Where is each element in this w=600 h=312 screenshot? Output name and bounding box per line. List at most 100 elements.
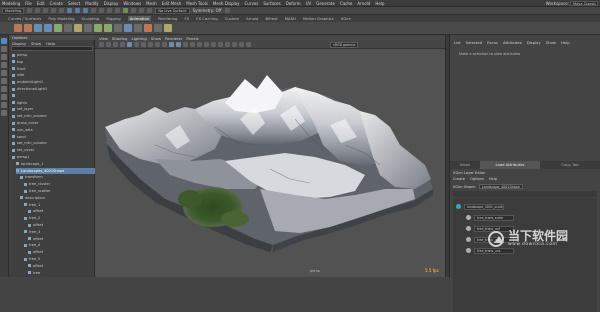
snap-grid-icon[interactable] [91,8,97,13]
outliner-item[interactable]: persp [12,52,92,58]
outliner-menu-item-0[interactable]: Display [12,41,26,46]
exposure-icon[interactable] [239,42,244,47]
grid-icon[interactable] [127,42,132,47]
outliner-item[interactable]: front [12,66,92,72]
outliner-item[interactable]: offset [28,222,95,228]
single-perspective-layout-icon[interactable] [1,94,7,100]
ik-handle-icon[interactable] [124,24,132,32]
3d-viewport[interactable]: persp 5.5 fps [95,49,445,277]
outliner-item[interactable]: tree_3 [24,229,95,235]
menu-item-19[interactable]: Help [375,1,384,6]
outliner-search-input[interactable] [11,46,93,51]
menu-item-10[interactable]: Mesh Tools [186,1,208,6]
shelf-tab-8[interactable]: Custom [225,16,240,21]
outliner-item[interactable]: offset [28,249,95,255]
save-scene-icon[interactable] [43,8,49,13]
outliner-item[interactable]: set_mtn_volume [12,140,92,146]
smooth-shade-icon[interactable] [176,42,181,47]
outliner-item[interactable]: grass_cover [12,120,92,126]
redo-icon[interactable] [59,8,65,13]
menu-item-2[interactable]: Edit [37,1,45,6]
cluster-icon[interactable] [164,24,172,32]
motion-blur-icon[interactable] [211,42,216,47]
lattice-icon[interactable] [154,24,162,32]
outliner-item[interactable]: side [12,72,92,78]
menu-item-3[interactable]: Create [50,1,63,6]
outliner-menu-item-1[interactable]: Show [31,41,41,46]
snap-surface-icon[interactable] [115,8,121,13]
new-scene-icon[interactable] [27,8,33,13]
ipr-render-icon[interactable] [139,8,145,13]
render-frame-icon[interactable] [131,8,137,13]
rotate-tool-icon[interactable] [1,70,7,76]
outliner-item[interactable]: set_mtn_volume [12,113,92,119]
shelf-tab-5[interactable]: Rendering [158,16,177,21]
outliner-item[interactable]: tree_2 [24,215,95,221]
image-plane-icon[interactable] [120,42,125,47]
shadows-icon[interactable] [197,42,202,47]
outliner-item[interactable]: offset [28,236,95,242]
menu-item-5[interactable]: Modify [85,1,98,6]
xgen-row-label[interactable]: tree_trans_scale [474,214,514,221]
attr-tab-2[interactable]: Copy Tab [540,161,600,169]
construction-history-icon[interactable] [123,8,129,13]
outliner-layout-icon[interactable] [1,110,7,116]
resolution-gate-icon[interactable] [141,42,146,47]
shelf-tab-13[interactable]: XGen [341,16,351,21]
set-key-icon[interactable] [14,24,22,32]
outliner-item[interactable]: set_cover [12,147,92,153]
visibility-toggle-icon[interactable] [466,226,471,231]
menu-item-12[interactable]: Curves [244,1,258,6]
attr-menu-item-3[interactable]: Attributes [503,40,522,45]
outliner-item[interactable]: offset [28,208,95,214]
symmetry-label[interactable]: Symmetry: Off [193,8,222,13]
attr-tab-0[interactable]: Inbox [450,161,480,169]
playblast-icon[interactable] [84,24,92,32]
xgen-row-label[interactable]: landscape_4001_scale [464,203,504,210]
outliner-item[interactable]: description [20,195,95,201]
shelf-tab-6[interactable]: FX [184,16,189,21]
menu-item-15[interactable]: UV [306,1,312,6]
film-gate-icon[interactable] [134,42,139,47]
isolate-select-icon[interactable] [225,42,230,47]
workspace-dropdown[interactable]: Maya Classic [570,1,598,6]
constraint-icon[interactable] [94,24,102,32]
viewport-menu-item-4[interactable]: Renderer [165,36,182,41]
gate-mask-icon[interactable] [148,42,153,47]
outliner-item[interactable]: ambientLight1 [12,79,92,85]
lasso-tool-icon[interactable] [1,46,7,52]
bookmark-icon[interactable] [113,42,118,47]
sign-in-icon[interactable] [224,8,230,13]
camera-select-icon[interactable] [99,42,104,47]
xgen-row[interactable]: landscape_4001_scale [453,201,597,212]
shelf-tab-12[interactable]: Motion Graphics [303,16,334,21]
graph-editor-icon[interactable] [34,24,42,32]
outliner-item[interactable] [12,93,92,99]
outliner-item[interactable]: set_layer [12,106,92,112]
menu-item-7[interactable]: Windows [123,1,141,6]
select-by-hierarchy-icon[interactable] [67,8,73,13]
shelf-tab-9[interactable]: Arnold [246,16,258,21]
outliner-item[interactable]: sun_sets [12,127,92,133]
attr-menu-item-2[interactable]: Focus [487,40,498,45]
set-breakdown-icon[interactable] [24,24,32,32]
viewport-menu-item-5[interactable]: Panels [186,36,198,41]
outliner-item[interactable]: tree_5 [24,256,95,262]
menu-item-9[interactable]: Edit Mesh [162,1,182,6]
menu-item-13[interactable]: Surfaces [263,1,280,6]
xray-icon[interactable] [232,42,237,47]
ghost-icon[interactable] [64,24,72,32]
wireframe-icon[interactable] [169,42,174,47]
snap-point-icon[interactable] [107,8,113,13]
dope-sheet-icon[interactable] [44,24,52,32]
render-settings-icon[interactable] [147,8,153,13]
xgen-menu-item-1[interactable]: Options [470,177,484,181]
outliner-item[interactable]: lights [12,100,92,106]
shelf-tab-11[interactable]: MASH [285,16,296,21]
xgen-shape-dropdown[interactable]: Landscape_4001Shape [478,184,523,189]
viewport-menu-item-0[interactable]: View [99,36,108,41]
outliner-item[interactable]: tree [28,270,95,276]
menu-item-6[interactable]: Display [104,1,119,6]
xgen-menu-item-2[interactable]: Help [489,177,497,181]
visibility-toggle-icon[interactable] [466,215,471,220]
